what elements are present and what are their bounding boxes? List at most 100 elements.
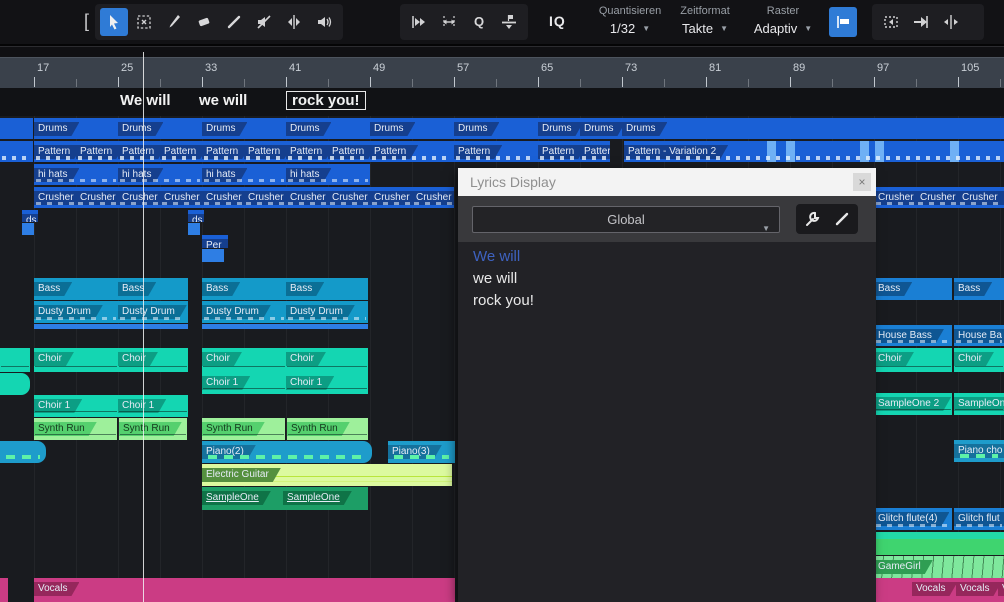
clip-hi-hats[interactable]: hi hats bbox=[202, 164, 286, 185]
clip-patter[interactable]: Patter bbox=[580, 141, 610, 162]
clip-sampleone-2[interactable]: SampleOne 2 bbox=[874, 393, 952, 415]
clip-crusher[interactable]: Crusher bbox=[160, 187, 202, 208]
clip-choir[interactable]: Choir bbox=[202, 348, 286, 372]
clip-pattern[interactable]: Pattern bbox=[76, 141, 118, 162]
clip-pattern[interactable]: Pattern bbox=[454, 141, 538, 162]
clip-pattern[interactable]: Pattern bbox=[244, 141, 286, 162]
lyric-event[interactable]: we will bbox=[199, 92, 247, 109]
clip-crusher[interactable]: Crusher bbox=[202, 187, 244, 208]
clip-synth-run[interactable]: Synth Run bbox=[202, 418, 285, 440]
range-tool-icon[interactable] bbox=[130, 8, 158, 36]
clip-crusher[interactable]: Crusher bbox=[76, 187, 118, 208]
clip-pattern[interactable]: Pattern bbox=[328, 141, 370, 162]
clip-dusty-drum[interactable]: Dusty Drum bbox=[286, 301, 368, 323]
playhead-cursor[interactable] bbox=[143, 52, 144, 602]
pencil-icon[interactable] bbox=[829, 206, 855, 232]
clip-unlabeled[interactable] bbox=[0, 373, 30, 395]
clip-choir-1[interactable]: Choir 1 bbox=[118, 395, 188, 417]
clip-choir[interactable]: Choir bbox=[34, 348, 118, 372]
clip-unlabeled[interactable] bbox=[0, 348, 30, 372]
chevron-down-icon[interactable]: ▼ bbox=[804, 24, 812, 33]
bend-split-tool-icon[interactable] bbox=[280, 8, 308, 36]
clip-hi-hats[interactable]: hi hats bbox=[286, 164, 370, 185]
clip-unlabeled[interactable] bbox=[874, 532, 1004, 555]
clip-dusty-drum[interactable]: Dusty Drum bbox=[202, 301, 286, 323]
snap-toggle-button[interactable] bbox=[829, 7, 857, 37]
clip-bass[interactable]: Bass bbox=[202, 278, 286, 300]
close-icon[interactable]: × bbox=[853, 173, 871, 191]
lyric-events-lane[interactable]: We will we will rock you! bbox=[0, 88, 1004, 116]
raster-dropdown[interactable]: Raster Adaptiv▼ bbox=[728, 5, 838, 38]
listen-tool-icon[interactable] bbox=[310, 8, 338, 36]
clip-hi-hats[interactable]: hi hats bbox=[118, 164, 202, 185]
lyric-line-active[interactable]: We will bbox=[473, 248, 520, 265]
timeformat-value[interactable]: Takte bbox=[682, 21, 713, 36]
raster-value[interactable]: Adaptiv bbox=[754, 21, 797, 36]
clip-house-ba[interactable]: House Ba bbox=[954, 325, 1004, 346]
clip-vocals[interactable]: Vocals bbox=[956, 578, 998, 602]
lyric-event[interactable]: We will bbox=[120, 92, 171, 109]
clip-unlabeled[interactable] bbox=[0, 578, 8, 602]
track-view-icon[interactable] bbox=[877, 8, 905, 36]
arrow-tool-icon[interactable] bbox=[100, 8, 128, 36]
clip-vocals[interactable]: Vocals bbox=[912, 578, 956, 602]
clip-gamegirl[interactable]: GameGirl bbox=[874, 556, 1004, 578]
bend-marker-icon[interactable] bbox=[495, 8, 523, 36]
clip-choir[interactable]: Choir bbox=[874, 348, 952, 372]
clip-crusher[interactable]: Crusher bbox=[958, 187, 1000, 208]
mute-tool-icon[interactable] bbox=[250, 8, 278, 36]
clip-unlabeled[interactable] bbox=[22, 223, 34, 235]
lyrics-text-panel[interactable]: We will we will rock you! bbox=[458, 242, 876, 602]
split-knife-tool-icon[interactable] bbox=[160, 8, 188, 36]
clip-unlabeled[interactable] bbox=[202, 249, 224, 262]
clip-drums[interactable]: Drums bbox=[454, 118, 538, 139]
clip-piano-3-[interactable]: Piano(3) bbox=[388, 441, 455, 463]
clip-sampleone[interactable]: SampleOne bbox=[202, 487, 283, 510]
lyric-line[interactable]: rock you! bbox=[473, 292, 534, 309]
clip-synth-run[interactable]: Synth Run bbox=[287, 418, 368, 440]
clip-vocals[interactable]: Vocals bbox=[34, 578, 455, 602]
clip-pattern[interactable]: Pattern bbox=[34, 141, 76, 162]
clip-choir[interactable]: Choir bbox=[954, 348, 1004, 372]
chevron-down-icon[interactable]: ▼ bbox=[642, 24, 650, 33]
clip-unlabeled[interactable] bbox=[0, 118, 33, 139]
clip-glitch-flute-4-[interactable]: Glitch flute(4) bbox=[874, 508, 952, 530]
quantize-value[interactable]: 1/32 bbox=[610, 21, 635, 36]
clip-crusher[interactable]: Crusher bbox=[244, 187, 286, 208]
clip-crusher[interactable]: Crusher bbox=[874, 187, 916, 208]
clip-drums[interactable]: Drums bbox=[34, 118, 118, 139]
clip-crusher[interactable]: Crusher bbox=[286, 187, 328, 208]
paint-tool-icon[interactable] bbox=[220, 8, 248, 36]
clip-crusher[interactable]: Crusher bbox=[412, 187, 454, 208]
clip-pattern[interactable]: Pattern bbox=[370, 141, 454, 162]
wrench-icon[interactable] bbox=[799, 206, 825, 232]
clip-sampleone[interactable]: SampleOne bbox=[283, 487, 368, 510]
clip-drums[interactable]: Drums bbox=[538, 118, 580, 139]
clip-choir-1[interactable]: Choir 1 bbox=[202, 372, 286, 394]
clip-choir-1[interactable]: Choir 1 bbox=[34, 395, 118, 417]
goto-end-icon[interactable] bbox=[907, 8, 935, 36]
clip-piano-cho[interactable]: Piano cho bbox=[954, 440, 1004, 462]
clip-piano-2-[interactable]: Piano(2) bbox=[202, 441, 372, 463]
clip-dusty-drum[interactable]: Dusty Drum bbox=[118, 301, 188, 323]
clip-pattern[interactable]: Pattern bbox=[202, 141, 244, 162]
clip-bass[interactable]: Bass bbox=[954, 278, 1004, 300]
lyric-event[interactable]: rock you! bbox=[286, 91, 366, 110]
clip-drums[interactable]: Drums bbox=[370, 118, 454, 139]
clip-drums[interactable]: Drums bbox=[286, 118, 370, 139]
clip-drums[interactable]: Drums bbox=[622, 118, 1004, 139]
window-titlebar[interactable]: Lyrics Display × bbox=[458, 168, 876, 196]
clip-pattern[interactable]: Pattern bbox=[160, 141, 202, 162]
lyric-line[interactable]: we will bbox=[473, 270, 517, 287]
clip-bass[interactable]: Bass bbox=[874, 278, 952, 300]
clip-pattern[interactable]: Pattern bbox=[118, 141, 160, 162]
eraser-tool-icon[interactable] bbox=[190, 8, 218, 36]
clip-ds[interactable]: ds bbox=[22, 210, 38, 222]
clip-crusher[interactable]: Crusher bbox=[118, 187, 160, 208]
clip-glitch-flut[interactable]: Glitch flut bbox=[954, 508, 1004, 530]
clip-synth-run[interactable]: Synth Run bbox=[34, 418, 117, 440]
clip-bass[interactable]: Bass bbox=[34, 278, 118, 300]
tab-to-transient-icon[interactable] bbox=[405, 8, 433, 36]
clip-choir[interactable]: Choir bbox=[118, 348, 188, 372]
clip-hi-hats[interactable]: hi hats bbox=[34, 164, 118, 185]
